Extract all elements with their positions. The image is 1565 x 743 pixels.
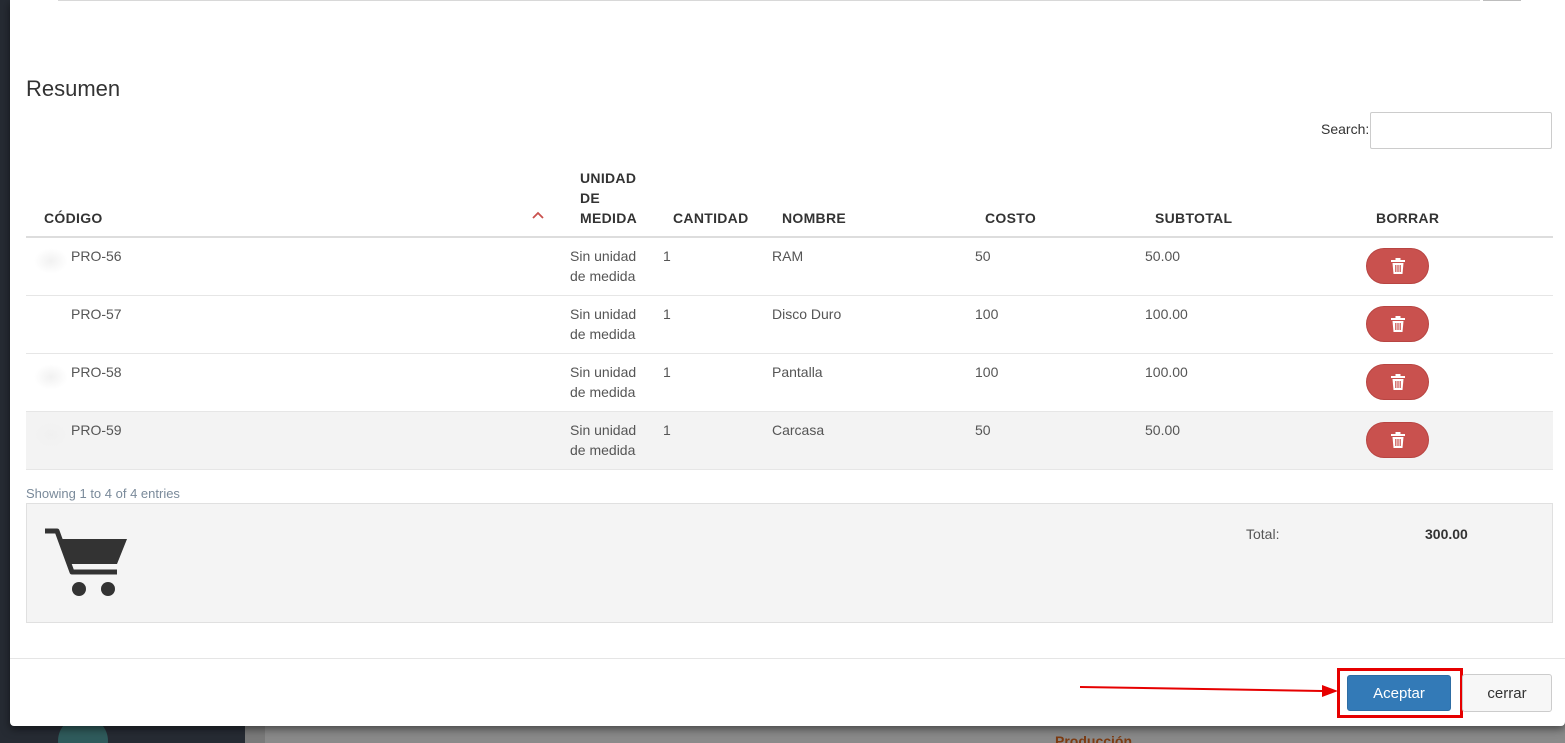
- top-divider: [58, 0, 1480, 1]
- cell-nombre: Disco Duro: [772, 306, 842, 322]
- top-divider-short: [1483, 0, 1521, 1]
- column-header-unidad-line2: DE: [580, 190, 601, 206]
- total-label: Total:: [1246, 526, 1280, 542]
- shopping-cart-icon: [45, 528, 127, 596]
- cell-unidad-line2: de medida: [570, 326, 636, 342]
- cell-costo: 50: [975, 422, 991, 438]
- table-row: PRO-58 Sin unidad de medida 1 Pantalla 1…: [26, 354, 1553, 412]
- trash-icon: [1390, 374, 1405, 390]
- annotation-arrow-icon: [1080, 685, 1338, 697]
- column-header-unidad-line1: UNIDAD: [580, 170, 637, 186]
- cell-unidad-line1: Sin unidad: [570, 364, 637, 380]
- background-section-label: Producción: [1055, 733, 1133, 743]
- cell-unidad: Sin unidad de medida: [570, 420, 636, 460]
- cell-unidad-line2: de medida: [570, 442, 636, 458]
- cell-unidad-line1: Sin unidad: [570, 248, 637, 264]
- cell-cantidad: 1: [663, 248, 671, 264]
- cell-cantidad: 1: [663, 306, 671, 322]
- column-header-unidad[interactable]: UNIDAD DE MEDIDA: [580, 168, 637, 228]
- column-header-borrar[interactable]: BORRAR: [1376, 208, 1439, 228]
- total-value: 300.00: [1425, 526, 1468, 542]
- section-title: Resumen: [26, 76, 121, 101]
- delete-button[interactable]: [1366, 306, 1429, 342]
- product-thumbnail: [34, 364, 68, 390]
- trash-icon: [1390, 316, 1405, 332]
- delete-button[interactable]: [1366, 422, 1429, 458]
- column-header-costo[interactable]: COSTO: [985, 208, 1036, 228]
- accept-button[interactable]: Aceptar: [1347, 675, 1451, 711]
- cell-costo: 50: [975, 248, 991, 264]
- summary-box: Total: 300.00: [26, 503, 1553, 623]
- cell-codigo: PRO-57: [71, 306, 122, 322]
- product-thumbnail: [34, 248, 68, 274]
- column-header-subtotal[interactable]: SUBTOTAL: [1155, 208, 1232, 228]
- cell-costo: 100: [975, 364, 999, 380]
- table-row: PRO-57 Sin unidad de medida 1 Disco Duro…: [26, 296, 1553, 354]
- column-header-unidad-line3: MEDIDA: [580, 210, 638, 226]
- cell-nombre: Carcasa: [772, 422, 825, 438]
- delete-button[interactable]: [1366, 248, 1429, 284]
- cell-unidad: Sin unidad de medida: [570, 304, 636, 344]
- cell-codigo: PRO-56: [71, 248, 122, 264]
- table-row: PRO-59 Sin unidad de medida 1 Carcasa 50…: [26, 412, 1553, 470]
- search-input[interactable]: [1370, 112, 1552, 149]
- delete-button[interactable]: [1366, 364, 1429, 400]
- cell-unidad-line1: Sin unidad: [570, 422, 637, 438]
- cell-subtotal: 50.00: [1145, 248, 1181, 264]
- cell-unidad: Sin unidad de medida: [570, 362, 636, 402]
- product-thumbnail: [34, 422, 68, 448]
- cell-cantidad: 1: [663, 364, 671, 380]
- table-info: Showing 1 to 4 of 4 entries: [26, 486, 180, 501]
- search-label: Search:: [1321, 121, 1370, 137]
- cell-subtotal: 50.00: [1145, 422, 1181, 438]
- trash-icon: [1390, 432, 1405, 448]
- column-header-nombre[interactable]: NOMBRE: [782, 208, 846, 228]
- cell-unidad-line2: de medida: [570, 268, 636, 284]
- table-row: PRO-56 Sin unidad de medida 1 RAM 50 50.…: [26, 238, 1553, 296]
- cell-costo: 100: [975, 306, 999, 322]
- trash-icon: [1390, 258, 1405, 274]
- column-header-codigo[interactable]: CÓDIGO: [44, 208, 103, 228]
- cell-codigo: PRO-58: [71, 364, 122, 380]
- sort-ascending-icon[interactable]: [531, 208, 545, 222]
- cell-nombre: RAM: [772, 248, 804, 264]
- close-button[interactable]: cerrar: [1462, 674, 1552, 712]
- cell-codigo: PRO-59: [71, 422, 122, 438]
- cell-unidad-line2: de medida: [570, 384, 636, 400]
- cell-unidad-line1: Sin unidad: [570, 306, 637, 322]
- summary-modal: Resumen Search: CÓDIGO UNIDAD DE MEDIDA …: [10, 0, 1565, 726]
- cell-cantidad: 1: [663, 422, 671, 438]
- cell-subtotal: 100.00: [1145, 306, 1188, 322]
- cell-unidad: Sin unidad de medida: [570, 246, 636, 286]
- cell-nombre: Pantalla: [772, 364, 823, 380]
- column-header-cantidad[interactable]: CANTIDAD: [673, 208, 749, 228]
- cell-subtotal: 100.00: [1145, 364, 1188, 380]
- footer-divider: [10, 658, 1565, 659]
